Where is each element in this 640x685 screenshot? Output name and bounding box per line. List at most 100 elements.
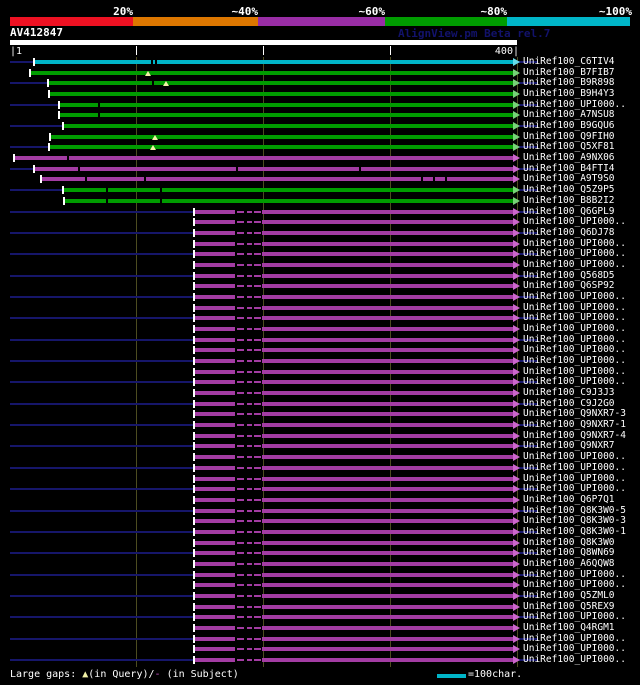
alignment-bar-thin[interactable] (247, 328, 252, 330)
alignment-bar[interactable] (262, 391, 513, 396)
alignment-bar-thin[interactable] (247, 424, 252, 427)
alignment-bar[interactable] (195, 273, 235, 278)
alignment-bar-thin[interactable] (247, 456, 252, 459)
alignment-bar[interactable] (195, 636, 235, 641)
alignment-bar-thin[interactable] (254, 360, 261, 363)
alignment-bar-thin[interactable] (247, 605, 252, 608)
alignment-bar-thin[interactable] (247, 498, 252, 501)
alignment-bar-thin[interactable] (254, 562, 261, 565)
alignment-bar-thin[interactable] (254, 477, 261, 480)
alignment-bar-thin[interactable] (254, 445, 261, 448)
alignment-bar-thin[interactable] (237, 498, 244, 501)
alignment-bar[interactable] (195, 487, 235, 492)
hit-label[interactable]: UniRef100_UPI000.. (523, 366, 626, 377)
alignment-bar[interactable] (262, 316, 513, 321)
hit-label[interactable]: UniRef100_B7FIB7 (523, 67, 615, 78)
alignment-bar-thin[interactable] (247, 360, 252, 363)
alignment-bar-thin[interactable] (254, 242, 261, 245)
hit-label[interactable]: UniRef100_UPI000.. (523, 633, 626, 644)
alignment-bar-thin[interactable] (247, 584, 252, 587)
hit-label[interactable]: UniRef100_Q6DJ78 (523, 227, 615, 238)
alignment-bar-thin[interactable] (247, 637, 252, 640)
alignment-bar[interactable] (262, 401, 513, 406)
alignment-bar[interactable] (195, 615, 235, 620)
hit-label[interactable]: UniRef100_Q568D5 (523, 270, 615, 281)
alignment-bar-thin[interactable] (247, 648, 252, 651)
alignment-bar[interactable] (195, 476, 235, 481)
alignment-bar-thin[interactable] (237, 605, 244, 608)
alignment-bar-thin[interactable] (237, 306, 244, 309)
hit-label[interactable]: UniRef100_Q6SP92 (523, 281, 615, 291)
hit-label[interactable]: UniRef100_Q8K3W0-1 (523, 526, 626, 537)
alignment-bar-thin[interactable] (237, 648, 244, 651)
alignment-bar-thin[interactable] (254, 317, 261, 320)
alignment-bar-thin[interactable] (247, 221, 252, 224)
alignment-bar-thin[interactable] (254, 659, 261, 662)
alignment-bar-thin[interactable] (247, 274, 252, 277)
hit-label[interactable]: UniRef100_UPI000.. (523, 238, 626, 249)
hit-label[interactable]: UniRef100_B4FTI4 (523, 163, 615, 174)
alignment-bar[interactable] (262, 636, 513, 641)
hit-label[interactable]: UniRef100_Q9FIH0 (523, 131, 615, 142)
hit-label[interactable]: UniRef100_Q8K3W0 (523, 537, 615, 548)
alignment-bar[interactable] (195, 230, 235, 235)
hit-label[interactable]: UniRef100_Q5REX9 (523, 601, 615, 612)
alignment-bar-thin[interactable] (237, 573, 244, 576)
hit-label[interactable]: UniRef100_C9J2G0 (523, 398, 615, 409)
alignment-bar[interactable] (35, 60, 513, 64)
hit-label[interactable]: UniRef100_UPI000.. (523, 324, 626, 334)
hit-label[interactable]: UniRef100_Q8K3W0-5 (523, 505, 626, 516)
alignment-bar-thin[interactable] (254, 392, 261, 395)
alignment-bar-thin[interactable] (247, 477, 252, 480)
alignment-bar[interactable] (262, 433, 513, 438)
alignment-bar-thin[interactable] (237, 552, 244, 555)
alignment-bar-thin[interactable] (254, 253, 261, 256)
alignment-bar-thin[interactable] (247, 530, 252, 533)
alignment-bar-thin[interactable] (237, 392, 244, 395)
alignment-bar-thin[interactable] (237, 274, 244, 277)
hit-label[interactable]: UniRef100_UPI000.. (523, 462, 626, 473)
alignment-bar[interactable] (64, 124, 513, 129)
alignment-bar-thin[interactable] (237, 637, 244, 640)
alignment-bar[interactable] (51, 134, 513, 139)
alignment-bar[interactable] (195, 647, 235, 652)
alignment-bar[interactable] (262, 455, 513, 460)
alignment-bar-thin[interactable] (237, 509, 244, 512)
hit-label[interactable]: UniRef100_Q8WN69 (523, 548, 615, 558)
alignment-bar-thin[interactable] (247, 552, 252, 555)
alignment-bar[interactable] (195, 423, 235, 428)
alignment-bar-thin[interactable] (254, 552, 261, 555)
alignment-bar[interactable] (195, 551, 235, 556)
alignment-bar[interactable] (262, 262, 513, 267)
alignment-bar[interactable] (262, 284, 513, 289)
alignment-bar-thin[interactable] (237, 381, 244, 384)
alignment-bar-thin[interactable] (237, 413, 244, 416)
alignment-bar[interactable] (262, 273, 513, 278)
alignment-bar[interactable] (262, 615, 513, 620)
alignment-bar[interactable] (195, 540, 235, 545)
alignment-bar[interactable] (195, 412, 235, 417)
hit-label[interactable]: UniRef100_UPI000.. (523, 313, 626, 323)
alignment-bar[interactable] (49, 81, 513, 86)
alignment-bar-thin[interactable] (247, 242, 252, 245)
alignment-bar[interactable] (262, 209, 513, 214)
alignment-bar[interactable] (42, 177, 513, 182)
alignment-bar-thin[interactable] (247, 253, 252, 256)
alignment-bar-thin[interactable] (247, 541, 252, 544)
alignment-bar[interactable] (262, 369, 513, 374)
alignment-bar-thin[interactable] (247, 659, 252, 662)
alignment-bar[interactable] (195, 305, 235, 310)
alignment-bar-thin[interactable] (247, 562, 252, 565)
alignment-bar[interactable] (195, 252, 235, 257)
alignment-bar-thin[interactable] (237, 562, 244, 565)
alignment-bar-thin[interactable] (247, 317, 252, 320)
alignment-bar[interactable] (262, 551, 513, 556)
alignment-bar[interactable] (195, 658, 235, 663)
alignment-bar-thin[interactable] (254, 648, 261, 651)
alignment-bar-thin[interactable] (237, 466, 244, 469)
alignment-bar-thin[interactable] (247, 338, 252, 341)
alignment-bar-thin[interactable] (254, 381, 261, 384)
alignment-bar[interactable] (195, 348, 235, 353)
alignment-bar[interactable] (195, 583, 235, 588)
alignment-bar[interactable] (195, 209, 235, 214)
